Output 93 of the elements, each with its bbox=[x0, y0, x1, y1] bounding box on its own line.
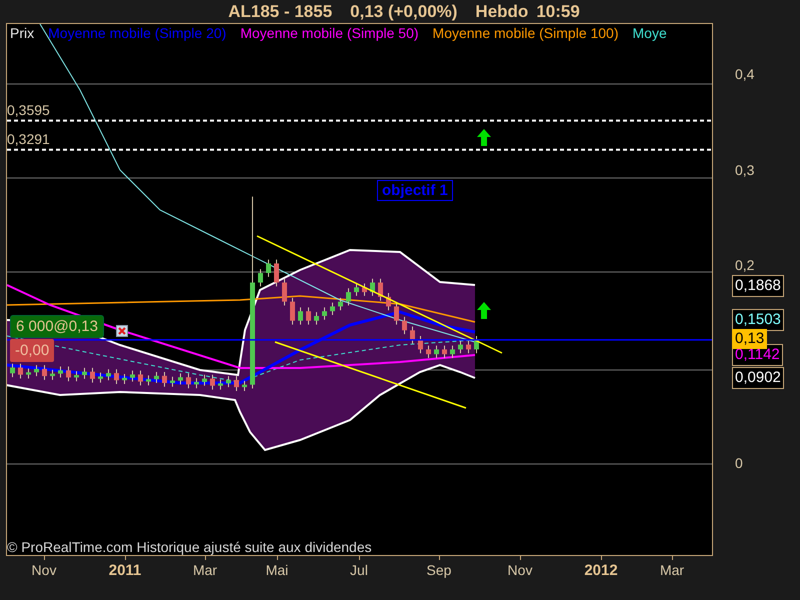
candlestick bbox=[418, 336, 423, 354]
candlestick bbox=[234, 376, 239, 392]
order-label[interactable]: 6 000@0,13 bbox=[10, 315, 104, 338]
instrument-name: AL185 - 1855 bbox=[228, 2, 332, 22]
candlestick bbox=[34, 364, 39, 377]
level-label: 0,3291 bbox=[7, 130, 50, 147]
candlestick bbox=[402, 316, 407, 335]
candlestick bbox=[258, 268, 263, 287]
legend-label: Moyenne mobile (Simple 100) bbox=[432, 25, 619, 41]
candlestick bbox=[394, 302, 399, 326]
candlestick bbox=[330, 302, 335, 316]
candlestick bbox=[106, 368, 111, 381]
axis-date-label: Nov bbox=[32, 562, 56, 578]
axis-date-label: Mar bbox=[660, 562, 684, 578]
candlestick bbox=[386, 292, 391, 311]
axis-tick-label: 0,4 bbox=[735, 66, 754, 82]
candlestick bbox=[370, 278, 375, 296]
axis-date-label: Mai bbox=[266, 562, 288, 578]
candlestick bbox=[186, 372, 191, 389]
candlestick bbox=[474, 336, 479, 354]
axis-date-label: 2011 bbox=[108, 562, 142, 579]
candlestick bbox=[306, 306, 311, 326]
candlestick bbox=[82, 367, 87, 380]
profit-loss-label: -0,00 bbox=[10, 339, 54, 362]
candlestick bbox=[282, 278, 287, 306]
candlestick bbox=[378, 278, 383, 302]
price-tag: 0,0902 bbox=[732, 366, 784, 389]
legend-label: Moye bbox=[632, 25, 667, 41]
axis-date-label: Jul bbox=[350, 562, 368, 578]
axis-tick-label: 0,3 bbox=[735, 162, 754, 178]
axis-date-label: 2012 bbox=[584, 562, 618, 579]
candlestick bbox=[26, 368, 31, 379]
candlestick bbox=[114, 368, 119, 385]
timeframe-label: Hebdo bbox=[475, 2, 528, 22]
legend-label: Prix bbox=[10, 25, 34, 41]
candlestick bbox=[426, 345, 431, 358]
candlestick bbox=[410, 326, 415, 344]
candlestick bbox=[154, 372, 159, 384]
candlestick bbox=[314, 312, 319, 326]
candlestick bbox=[50, 369, 55, 380]
legend-label: Moyenne mobile (Simple 20) bbox=[48, 25, 226, 41]
candlestick bbox=[346, 288, 351, 306]
candlestick bbox=[178, 372, 183, 385]
candlestick bbox=[66, 366, 71, 382]
candlestick bbox=[74, 370, 79, 382]
time-label: 10:59 bbox=[536, 2, 580, 22]
annotation-label: objectif 1 bbox=[377, 180, 453, 201]
candlestick bbox=[450, 345, 455, 358]
price-tag: 0,13 bbox=[732, 328, 768, 349]
copyright-text: © ProRealTime.com Historique ajusté suite aux dividendes bbox=[7, 539, 372, 555]
level-label: 0,3595 bbox=[7, 102, 50, 118]
price-tag: 0,1868 bbox=[732, 274, 784, 297]
candlestick bbox=[226, 376, 231, 388]
candlestick bbox=[202, 374, 207, 386]
candlestick bbox=[58, 366, 63, 378]
candlestick bbox=[170, 376, 175, 388]
candlestick bbox=[242, 380, 247, 392]
candlestick bbox=[218, 379, 223, 390]
candlestick bbox=[274, 259, 279, 287]
candlestick bbox=[138, 370, 143, 386]
candlestick bbox=[298, 306, 303, 326]
candlestick bbox=[458, 340, 463, 354]
candlestick bbox=[354, 283, 359, 296]
candlestick bbox=[466, 340, 471, 354]
candlestick bbox=[18, 363, 23, 379]
candlestick bbox=[442, 345, 447, 358]
price-tag: 0,1503 bbox=[732, 309, 784, 332]
axis-date-label: Nov bbox=[508, 562, 532, 578]
candlestick bbox=[98, 372, 103, 384]
price-quote: 0,13 (+0,00%) bbox=[350, 2, 458, 22]
candlestick bbox=[122, 374, 127, 385]
close-icon[interactable] bbox=[116, 325, 128, 337]
candlestick bbox=[194, 378, 199, 389]
axis-date-label: Mar bbox=[192, 562, 218, 578]
axis-tick-label: 0 bbox=[735, 455, 743, 471]
legend-label: Moyenne mobile (Simple 50) bbox=[240, 25, 419, 41]
candlestick bbox=[146, 374, 151, 386]
candlestick bbox=[338, 297, 343, 311]
candlestick bbox=[322, 306, 327, 320]
candlestick bbox=[210, 374, 215, 390]
arrow-up-icon bbox=[477, 302, 491, 319]
candlestick bbox=[162, 372, 167, 388]
candlestick bbox=[130, 370, 135, 382]
candlestick bbox=[362, 283, 367, 296]
candlestick bbox=[266, 259, 271, 278]
axis-tick-label: 0,2 bbox=[735, 257, 754, 273]
candlestick bbox=[290, 297, 295, 326]
candlestick bbox=[90, 367, 95, 384]
candlestick bbox=[434, 345, 439, 358]
axis-date-label: Sep bbox=[426, 562, 452, 578]
candlestick bbox=[10, 363, 15, 378]
arrow-up-icon bbox=[477, 129, 491, 146]
candlestick bbox=[42, 364, 47, 380]
